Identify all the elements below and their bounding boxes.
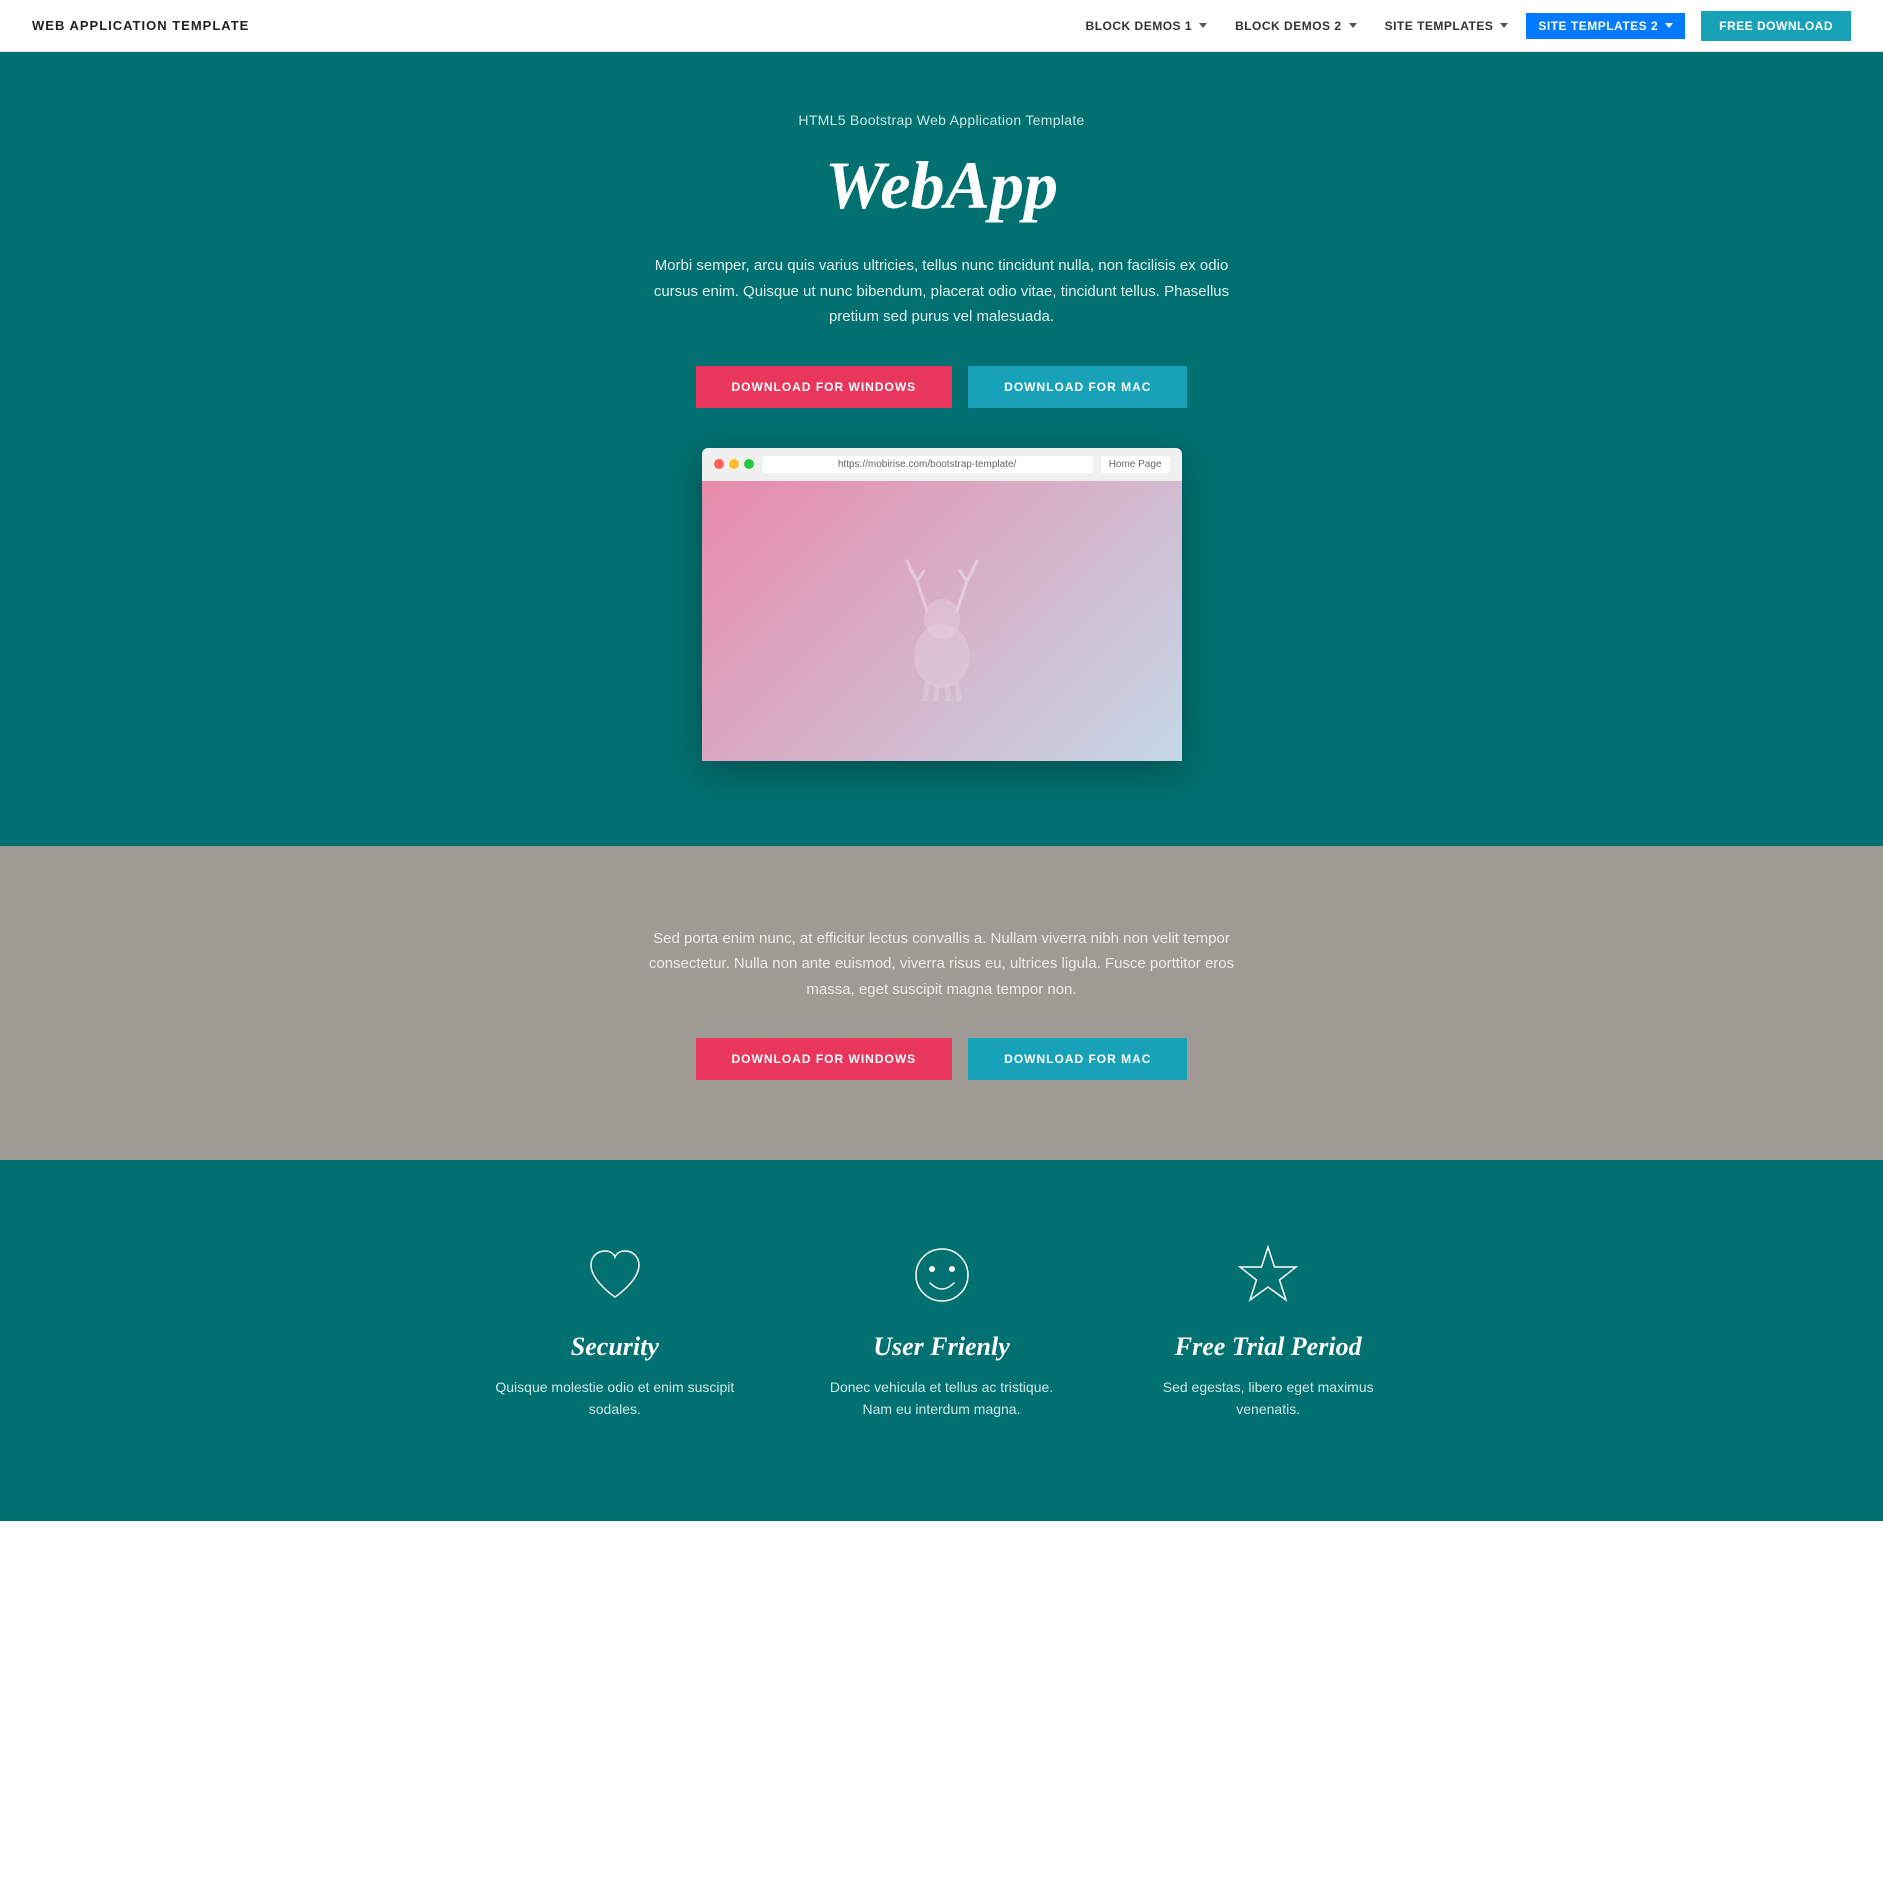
hero-buttons: DOWNLOAD FOR WINDOWS DOWNLOAD FOR MAC: [20, 366, 1863, 408]
free-download-button[interactable]: FREE DOWNLOAD: [1701, 11, 1851, 41]
block-demos-1-dropdown[interactable]: BLOCK DEMOS 1: [1076, 13, 1218, 39]
chevron-down-icon: [1349, 23, 1357, 28]
heart-icon: [583, 1243, 647, 1307]
security-description: Quisque molestie odio et enim suscipit s…: [492, 1376, 739, 1421]
hero-description: Morbi semper, arcu quis varius ultricies…: [652, 253, 1232, 330]
user-friendly-title: User Frienly: [873, 1332, 1010, 1362]
grey-description: Sed porta enim nunc, at efficitur lectus…: [632, 926, 1252, 1003]
browser-dot-green: [744, 459, 754, 469]
chevron-down-icon: [1500, 23, 1508, 28]
hero-section: HTML5 Bootstrap Web Application Template…: [0, 52, 1883, 846]
feature-user-friendly: User Frienly Donec vehicula et tellus ac…: [818, 1240, 1065, 1421]
security-icon: [580, 1240, 650, 1310]
browser-home-label: Home Page: [1101, 456, 1170, 473]
browser-dots: [714, 459, 754, 469]
free-trial-icon: [1233, 1240, 1303, 1310]
feature-free-trial: Free Trial Period Sed egestas, libero eg…: [1145, 1240, 1392, 1421]
hero-download-mac-button[interactable]: DOWNLOAD FOR MAC: [968, 366, 1187, 408]
block-demos-2-dropdown[interactable]: BLOCK DEMOS 2: [1225, 13, 1367, 39]
navbar: WEB APPLICATION TEMPLATE BLOCK DEMOS 1 B…: [0, 0, 1883, 52]
feature-security: Security Quisque molestie odio et enim s…: [492, 1240, 739, 1421]
browser-mockup: https://mobirise.com/bootstrap-template/…: [702, 448, 1182, 761]
hero-download-windows-button[interactable]: DOWNLOAD FOR WINDOWS: [696, 366, 953, 408]
security-title: Security: [571, 1332, 659, 1362]
chevron-down-icon: [1199, 23, 1207, 28]
free-trial-title: Free Trial Period: [1175, 1332, 1362, 1362]
deer-illustration: [872, 541, 1012, 701]
browser-content: [702, 481, 1182, 761]
grey-download-windows-button[interactable]: DOWNLOAD FOR WINDOWS: [696, 1038, 953, 1080]
browser-toolbar: https://mobirise.com/bootstrap-template/…: [702, 448, 1182, 481]
user-friendly-description: Donec vehicula et tellus ac tristique. N…: [818, 1376, 1065, 1421]
browser-dot-yellow: [729, 459, 739, 469]
site-templates-dropdown[interactable]: SITE TEMPLATES: [1375, 13, 1519, 39]
hero-title: WebApp: [20, 146, 1863, 225]
star-icon: [1236, 1243, 1300, 1307]
smiley-icon: [910, 1243, 974, 1307]
features-section: Security Quisque molestie odio et enim s…: [0, 1160, 1883, 1521]
site-templates-2-dropdown[interactable]: SITE TEMPLATES 2: [1526, 13, 1685, 39]
navbar-right: BLOCK DEMOS 1 BLOCK DEMOS 2 SITE TEMPLAT…: [1076, 11, 1851, 41]
grey-buttons: DOWNLOAD FOR WINDOWS DOWNLOAD FOR MAC: [20, 1038, 1863, 1080]
brand-logo: WEB APPLICATION TEMPLATE: [32, 18, 249, 33]
browser-dot-red: [714, 459, 724, 469]
features-grid: Security Quisque molestie odio et enim s…: [492, 1240, 1392, 1421]
browser-url-bar: https://mobirise.com/bootstrap-template/: [762, 456, 1093, 473]
hero-subtitle: HTML5 Bootstrap Web Application Template: [20, 112, 1863, 128]
user-friendly-icon: [907, 1240, 977, 1310]
chevron-down-icon: [1665, 23, 1673, 28]
grey-section: Sed porta enim nunc, at efficitur lectus…: [0, 846, 1883, 1161]
free-trial-description: Sed egestas, libero eget maximus venenat…: [1145, 1376, 1392, 1421]
grey-download-mac-button[interactable]: DOWNLOAD FOR MAC: [968, 1038, 1187, 1080]
